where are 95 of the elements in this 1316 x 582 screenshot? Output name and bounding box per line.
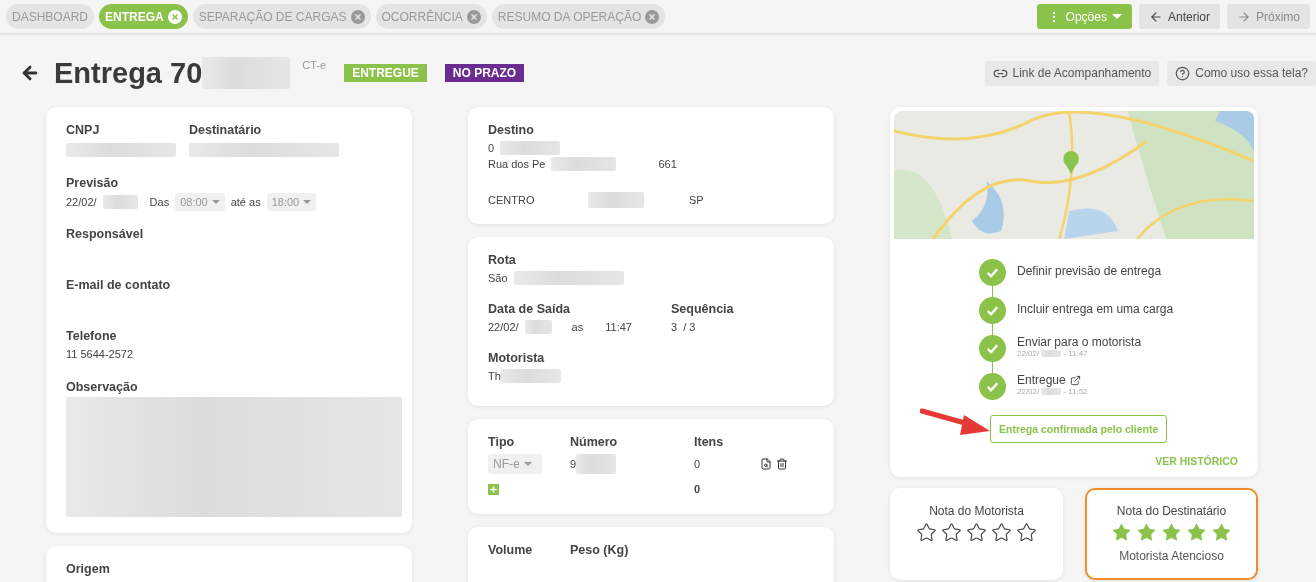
field-value: as [571,321,584,333]
tab[interactable]: SEPARAÇÃO DE CARGAS [192,4,371,29]
page-title: Entrega 70 [54,56,203,90]
star-icon[interactable] [1016,522,1037,543]
document-type: CT-e [302,59,327,71]
tab[interactable]: RESUMO DA OPERAÇÃO [491,4,666,29]
star-icon[interactable] [966,522,987,543]
step-label: Definir previsão de entrega [1017,264,1162,278]
help-button[interactable]: Como uso essa tela? [1167,60,1316,86]
field-value: 22/02/ [488,321,519,333]
confirmation-button[interactable]: Entrega confirmada pelo cliente [990,415,1168,443]
previous-button[interactable]: Anterior [1138,4,1220,29]
field-label: Responsável [66,227,145,241]
field-value: São [488,272,508,284]
column-header: Peso (Kg) [570,543,630,557]
tab[interactable]: ENTREGA [99,4,188,29]
close-icon[interactable] [167,9,182,24]
field-label: Origem [66,562,111,576]
field-value: / 3 [683,321,696,333]
step-time: - 11:47 [1063,349,1088,358]
add-icon[interactable] [488,484,499,495]
status-badge: ENTREGUE [344,64,427,82]
total-items: 0 [694,482,701,497]
caret-icon [211,200,220,204]
caret-icon [1111,14,1122,19]
field-label: Destino [488,123,535,137]
table-cell: 9 [570,458,577,470]
tracking-link-button[interactable]: Link de Acompanhamento [984,60,1160,86]
tab[interactable]: DASHBOARD [6,4,94,29]
star-icon[interactable] [1161,522,1182,543]
close-icon[interactable] [350,9,365,24]
field-value: Rua dos Pe [488,158,546,170]
table-cell-text: 0 [694,457,702,472]
field-value: 3 [671,321,678,333]
caret-icon [523,462,532,466]
field-label: Rota [488,253,517,267]
star-icon[interactable] [1111,522,1132,543]
redacted-block [1041,388,1062,395]
field-value: 11:47 [605,321,632,333]
field-value: CENTRO [488,194,536,206]
arrow-right-icon [1237,9,1251,24]
step-label: Enviar para o motorista [1017,335,1142,349]
field-value: 0 [488,142,495,154]
field-label: Das [149,196,170,208]
star-icon[interactable] [916,522,937,543]
column-header: Volume [488,543,534,557]
column-header: Número [570,435,619,449]
rating-comment: Motorista Atencioso [1119,549,1224,563]
redacted-block [576,454,617,474]
step-label: Entregue [1017,373,1066,387]
rating-title: Nota do Motorista [929,504,1024,518]
field-label: Motorista [488,351,546,365]
field-value: SP [689,194,704,206]
history-link[interactable]: VER HISTÓRICO [910,455,1238,467]
time-select[interactable]: 08:00 [175,193,225,211]
field-label: Telefone [66,329,118,343]
time-select[interactable]: 18:00 [266,193,317,211]
step-date: 22/02/ [1017,349,1040,358]
column-header: Itens [694,435,725,449]
field-label: Previsão [66,176,120,190]
tab[interactable]: OCORRÊNCIA [375,4,487,29]
field-label: Observação [66,380,139,394]
field-value: 661 [658,158,677,170]
arrow-left-icon [1148,9,1163,24]
field-label: Data de Saída [488,302,571,316]
step-date: 22/02/ [1017,387,1040,396]
star-icon[interactable] [1186,522,1207,543]
field-label: Destinatário [189,123,263,137]
close-icon[interactable] [645,9,660,24]
redacted-block [1041,350,1062,357]
type-select[interactable]: NF-e [488,454,542,474]
caret-icon [303,200,312,204]
field-label: CNPJ [66,123,101,137]
field-value: 22/02/ [66,196,97,208]
trash-icon[interactable] [776,458,788,470]
field-label: Sequência [671,302,734,316]
options-button[interactable]: Opções [1036,4,1132,29]
column-header: Tipo [488,435,516,449]
external-link-icon[interactable] [1069,374,1081,386]
status-badge: NO PRAZO [444,64,525,82]
back-icon[interactable] [20,63,40,83]
step-time: - 11:52 [1063,387,1088,396]
star-icon[interactable] [991,522,1012,543]
star-icon[interactable] [941,522,962,543]
field-value: 11 5644-2572 [66,347,135,362]
field-label: E-mail de contato [66,278,172,292]
field-label: até as [230,196,261,208]
star-icon[interactable] [1211,522,1232,543]
help-icon [1175,65,1191,81]
close-icon[interactable] [466,9,481,24]
rating-title: Nota do Destinatário [1116,504,1227,518]
field-value: Th [488,370,501,382]
star-icon[interactable] [1136,522,1157,543]
view-icon[interactable] [760,458,772,470]
step-label: Incluir entrega em uma carga [1017,302,1174,316]
